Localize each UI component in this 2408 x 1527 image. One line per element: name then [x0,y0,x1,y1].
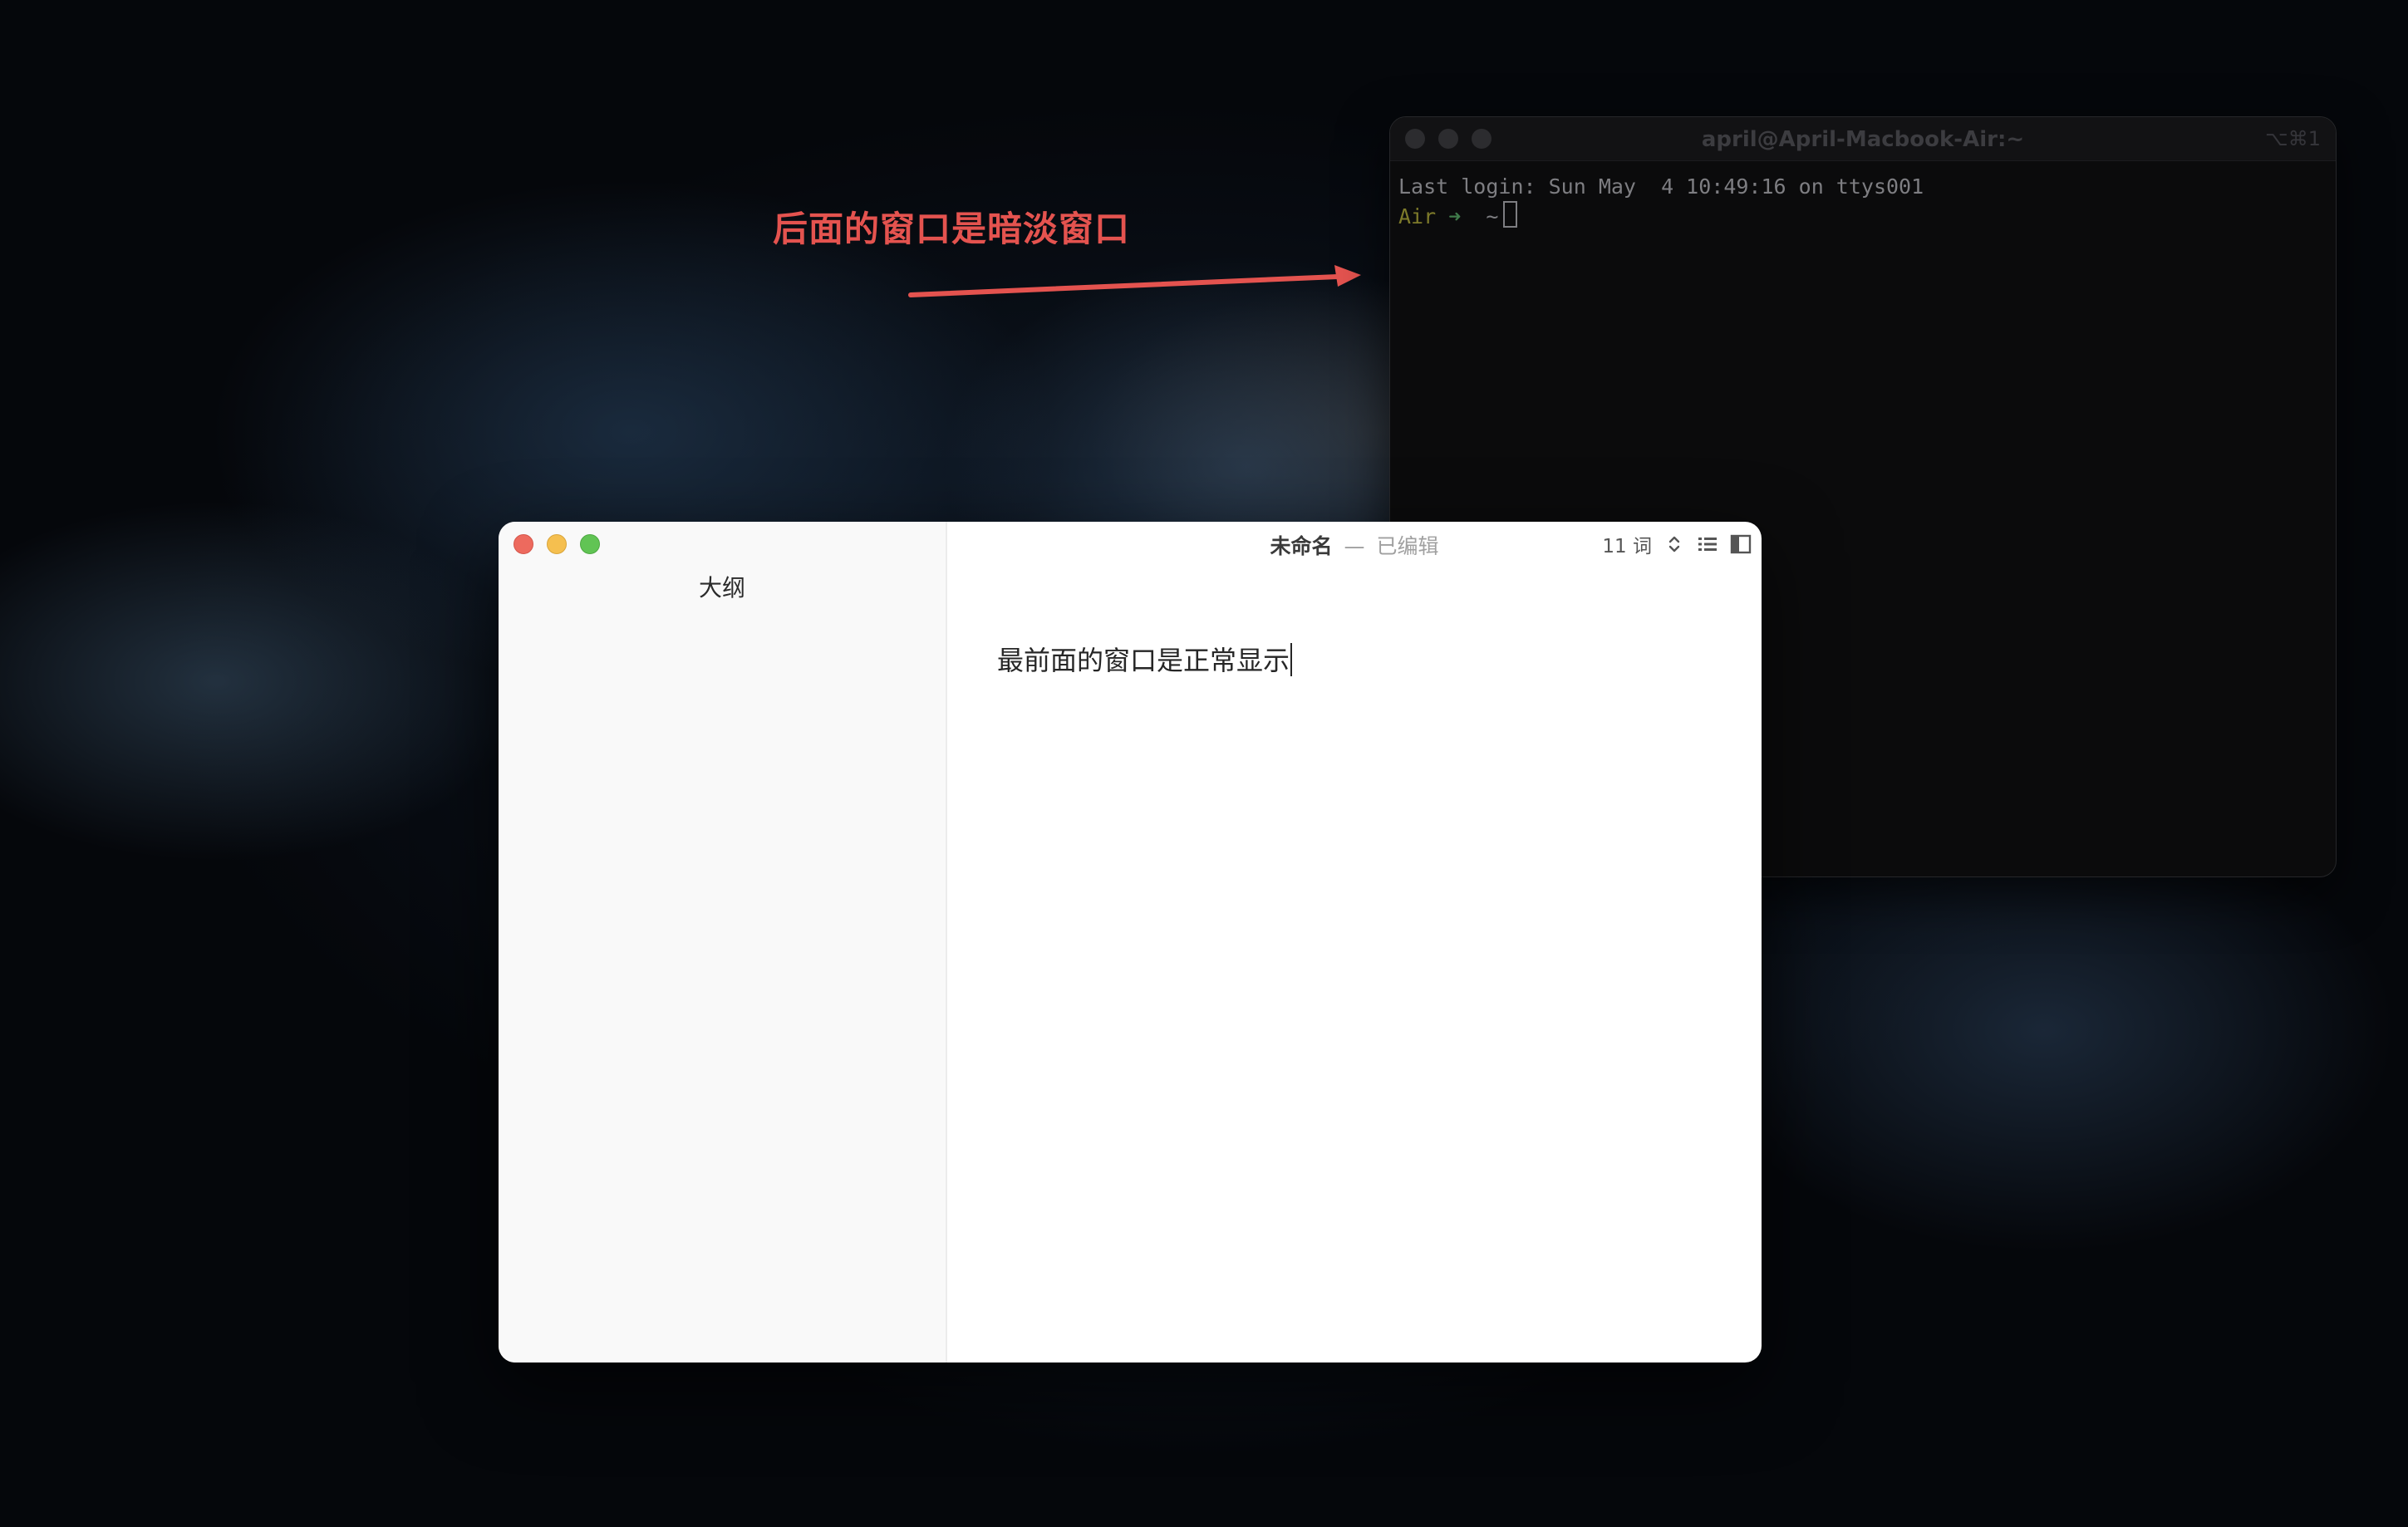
terminal-cursor [1503,201,1518,228]
zoom-button[interactable] [580,534,600,554]
editor-toolbar: 11 词 [1602,530,1752,558]
editor-window[interactable]: 大纲 未命名 — 已编辑 11 词 最前面的窗口是正常显示 [499,522,1762,1363]
desktop: 后面的窗口是暗淡窗口 april@April-Macbook-Air:~ ⌥⌘1… [0,0,2408,1527]
word-count[interactable]: 11 词 [1602,530,1652,558]
terminal-prompt-line: Air ➜ ~ [1398,201,2327,231]
document-body[interactable]: 最前面的窗口是正常显示 [997,640,1293,678]
terminal-last-login: Last login: Sun May 4 10:49:16 on ttys00… [1398,174,1924,199]
text-caret [1290,643,1293,676]
chevron-up-down-icon[interactable] [1663,533,1685,555]
window-controls [514,534,600,554]
document-status: 已编辑 [1376,534,1439,558]
document-text: 最前面的窗口是正常显示 [997,645,1290,676]
title-separator: — [1344,534,1365,558]
terminal-title: april@April-Macbook-Air:~ [1701,127,2025,152]
annotation-label: 后面的窗口是暗淡窗口 [773,209,1131,249]
prompt-host: Air [1398,204,1437,228]
terminal-output[interactable]: Last login: Sun May 4 10:49:16 on ttys00… [1390,161,2336,243]
minimize-button[interactable] [547,534,567,554]
annotation-arrow-icon [908,265,1361,297]
outline-sidebar[interactable]: 大纲 [499,522,947,1363]
editor-main[interactable]: 未命名 — 已编辑 11 词 最前面的窗口是正常显示 [947,522,1762,1363]
outline-title: 大纲 [698,574,745,601]
document-name: 未命名 [1270,534,1333,558]
prompt-arrow-icon: ➜ [1448,204,1462,228]
close-button[interactable] [514,534,533,554]
sidebar-icon[interactable] [1730,533,1752,555]
terminal-titlebar[interactable]: april@April-Macbook-Air:~ ⌥⌘1 [1390,117,2336,161]
list-icon[interactable] [1697,533,1718,555]
prompt-dir: ~ [1486,204,1499,228]
terminal-shortcut: ⌥⌘1 [2265,127,2321,150]
